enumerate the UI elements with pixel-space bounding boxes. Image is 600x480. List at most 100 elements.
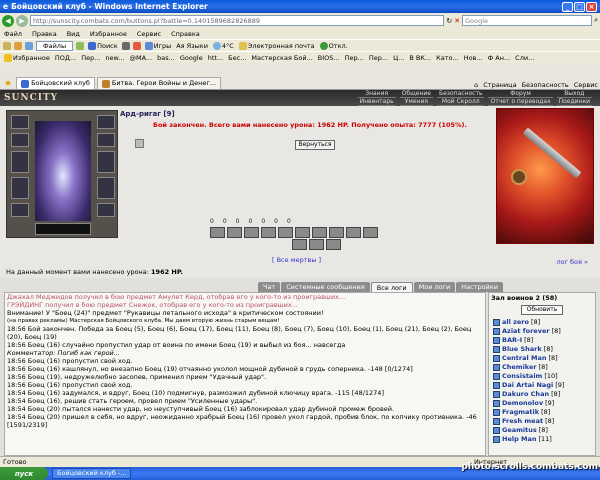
link-item[interactable]: ПОД...: [54, 54, 77, 62]
battle-log-link[interactable]: лог боя »: [556, 258, 588, 266]
cmd-tools[interactable]: Сервис: [574, 81, 598, 89]
taskbar-item[interactable]: Бойцовский клуб -...: [52, 468, 132, 479]
tab-system[interactable]: Системные сообщения: [281, 282, 370, 292]
tool-icon[interactable]: [121, 41, 130, 50]
menu-tools[interactable]: Сервис: [136, 30, 162, 38]
action-icon[interactable]: [326, 239, 341, 250]
favorites-star-icon[interactable]: ★: [2, 79, 14, 89]
equip-slot[interactable]: [11, 115, 29, 129]
action-icon[interactable]: [312, 227, 327, 238]
menu-favorites[interactable]: Избранное: [89, 30, 128, 38]
link-item[interactable]: Мастерская Бой...: [250, 54, 313, 62]
menu-help[interactable]: Справка: [170, 30, 201, 38]
link-item[interactable]: Нов...: [463, 54, 484, 62]
nav-skills[interactable]: Умения: [399, 98, 433, 106]
nav-scroll[interactable]: Мой Скролл: [436, 98, 485, 106]
equip-slot[interactable]: [11, 177, 29, 199]
player-item[interactable]: Dai Artai Nagi [9]: [489, 381, 595, 390]
player-item[interactable]: Help Man [11]: [489, 435, 595, 444]
stop-icon[interactable]: ✕: [454, 17, 460, 25]
toolbar-languages[interactable]: Ая Языки: [175, 42, 209, 50]
nav-fights[interactable]: Поединки: [556, 98, 592, 106]
tool-icon[interactable]: [14, 41, 22, 50]
maximize-button[interactable]: □: [574, 1, 585, 12]
link-item[interactable]: new...: [104, 54, 125, 62]
tool-icon[interactable]: [76, 41, 85, 50]
tool-icon[interactable]: [3, 41, 11, 50]
equip-slot[interactable]: [11, 133, 29, 147]
action-icon[interactable]: [278, 227, 293, 238]
link-item[interactable]: Бес...: [227, 54, 247, 62]
player-name[interactable]: Ард-ригаг [9]: [120, 110, 175, 118]
player-item[interactable]: Fresh meat [8]: [489, 417, 595, 426]
player-item[interactable]: Fragmatik [8]: [489, 408, 595, 417]
nav-forum[interactable]: Форум: [488, 90, 553, 98]
all-fighters-status[interactable]: [ Все мертвы ]: [272, 256, 321, 264]
minimize-button[interactable]: _: [562, 1, 573, 12]
nav-inventory[interactable]: Инвентарь: [357, 98, 396, 106]
link-item[interactable]: Ц...: [392, 54, 405, 62]
link-item[interactable]: htt...: [207, 54, 224, 62]
action-icon[interactable]: [244, 227, 259, 238]
tab-my-logs[interactable]: Мои логи: [413, 282, 456, 292]
link-item[interactable]: Като...: [435, 54, 460, 62]
link-item[interactable]: Ф Ан...: [487, 54, 512, 62]
menu-view[interactable]: Вид: [66, 30, 81, 38]
tool-icon[interactable]: [132, 41, 141, 50]
action-icon[interactable]: [346, 227, 361, 238]
action-icon[interactable]: [210, 227, 225, 238]
player-item[interactable]: Aziat forever [8]: [489, 327, 595, 336]
files-dropdown[interactable]: Файлы: [36, 40, 74, 51]
link-item[interactable]: Google: [179, 54, 204, 62]
favorites-button[interactable]: Избранное: [3, 53, 51, 62]
menu-file[interactable]: Файл: [3, 30, 23, 38]
player-item[interactable]: Dakuro Chan [8]: [489, 390, 595, 399]
cmd-page[interactable]: Страница: [483, 81, 516, 89]
player-item[interactable]: all zero [8]: [489, 318, 595, 327]
equip-slot[interactable]: [11, 203, 29, 217]
nav-knowledge[interactable]: Знания: [357, 90, 396, 98]
equip-slot[interactable]: [97, 177, 115, 199]
toolbar-weather[interactable]: 4°C: [212, 41, 235, 50]
tab-battle[interactable]: Битва. Герои Войны и Денег...: [96, 77, 222, 89]
equip-slot[interactable]: [97, 151, 115, 173]
toolbar-games[interactable]: Игры: [144, 41, 173, 50]
refresh-icon[interactable]: ↻: [446, 17, 452, 25]
action-icon[interactable]: [329, 227, 344, 238]
equip-slot[interactable]: [97, 115, 115, 129]
tab-fightclub[interactable]: Бойцовский клуб: [16, 77, 95, 89]
home-icon[interactable]: ⌂: [474, 81, 478, 89]
player-item[interactable]: Chemiker [8]: [489, 363, 595, 372]
link-item[interactable]: BIOS...: [317, 54, 341, 62]
player-item[interactable]: Blue Shark [8]: [489, 345, 595, 354]
window-titlebar[interactable]: e Бойцовский клуб - Windows Internet Exp…: [0, 0, 600, 13]
player-item[interactable]: Geamitus [8]: [489, 426, 595, 435]
action-icon[interactable]: [227, 227, 242, 238]
nav-exit[interactable]: Выход: [556, 90, 592, 98]
back-button[interactable]: ◀: [2, 14, 14, 27]
link-item[interactable]: Сли...: [514, 54, 535, 62]
link-item[interactable]: Пер...: [368, 54, 389, 62]
tab-all-logs[interactable]: Все логи: [370, 282, 413, 292]
nav-transfers[interactable]: Отчет о переводах: [488, 98, 553, 106]
tool-icon[interactable]: [25, 41, 33, 50]
action-icon[interactable]: [363, 227, 378, 238]
nav-security[interactable]: Безопасность: [436, 90, 485, 98]
player-item[interactable]: Demonolov [9]: [489, 399, 595, 408]
link-item[interactable]: Пер...: [80, 54, 101, 62]
cmd-safety[interactable]: Безопасность: [522, 81, 569, 89]
link-item[interactable]: Пер...: [344, 54, 365, 62]
start-button[interactable]: пуск: [0, 467, 48, 480]
action-icon[interactable]: [295, 227, 310, 238]
toolbar-disconnect[interactable]: Откл.: [319, 41, 349, 50]
equip-slot[interactable]: [35, 223, 91, 235]
close-button[interactable]: ×: [586, 1, 597, 12]
link-item[interactable]: bas...: [156, 54, 176, 62]
menu-edit[interactable]: Правка: [31, 30, 58, 38]
search-input[interactable]: Google: [462, 15, 593, 26]
link-item[interactable]: В ВК...: [408, 54, 432, 62]
forward-button[interactable]: ▶: [16, 14, 28, 27]
equip-slot[interactable]: [97, 203, 115, 217]
battle-log[interactable]: Джахал Меджидов получил в бою предмет Ам…: [4, 292, 486, 456]
equip-slot[interactable]: [97, 133, 115, 147]
